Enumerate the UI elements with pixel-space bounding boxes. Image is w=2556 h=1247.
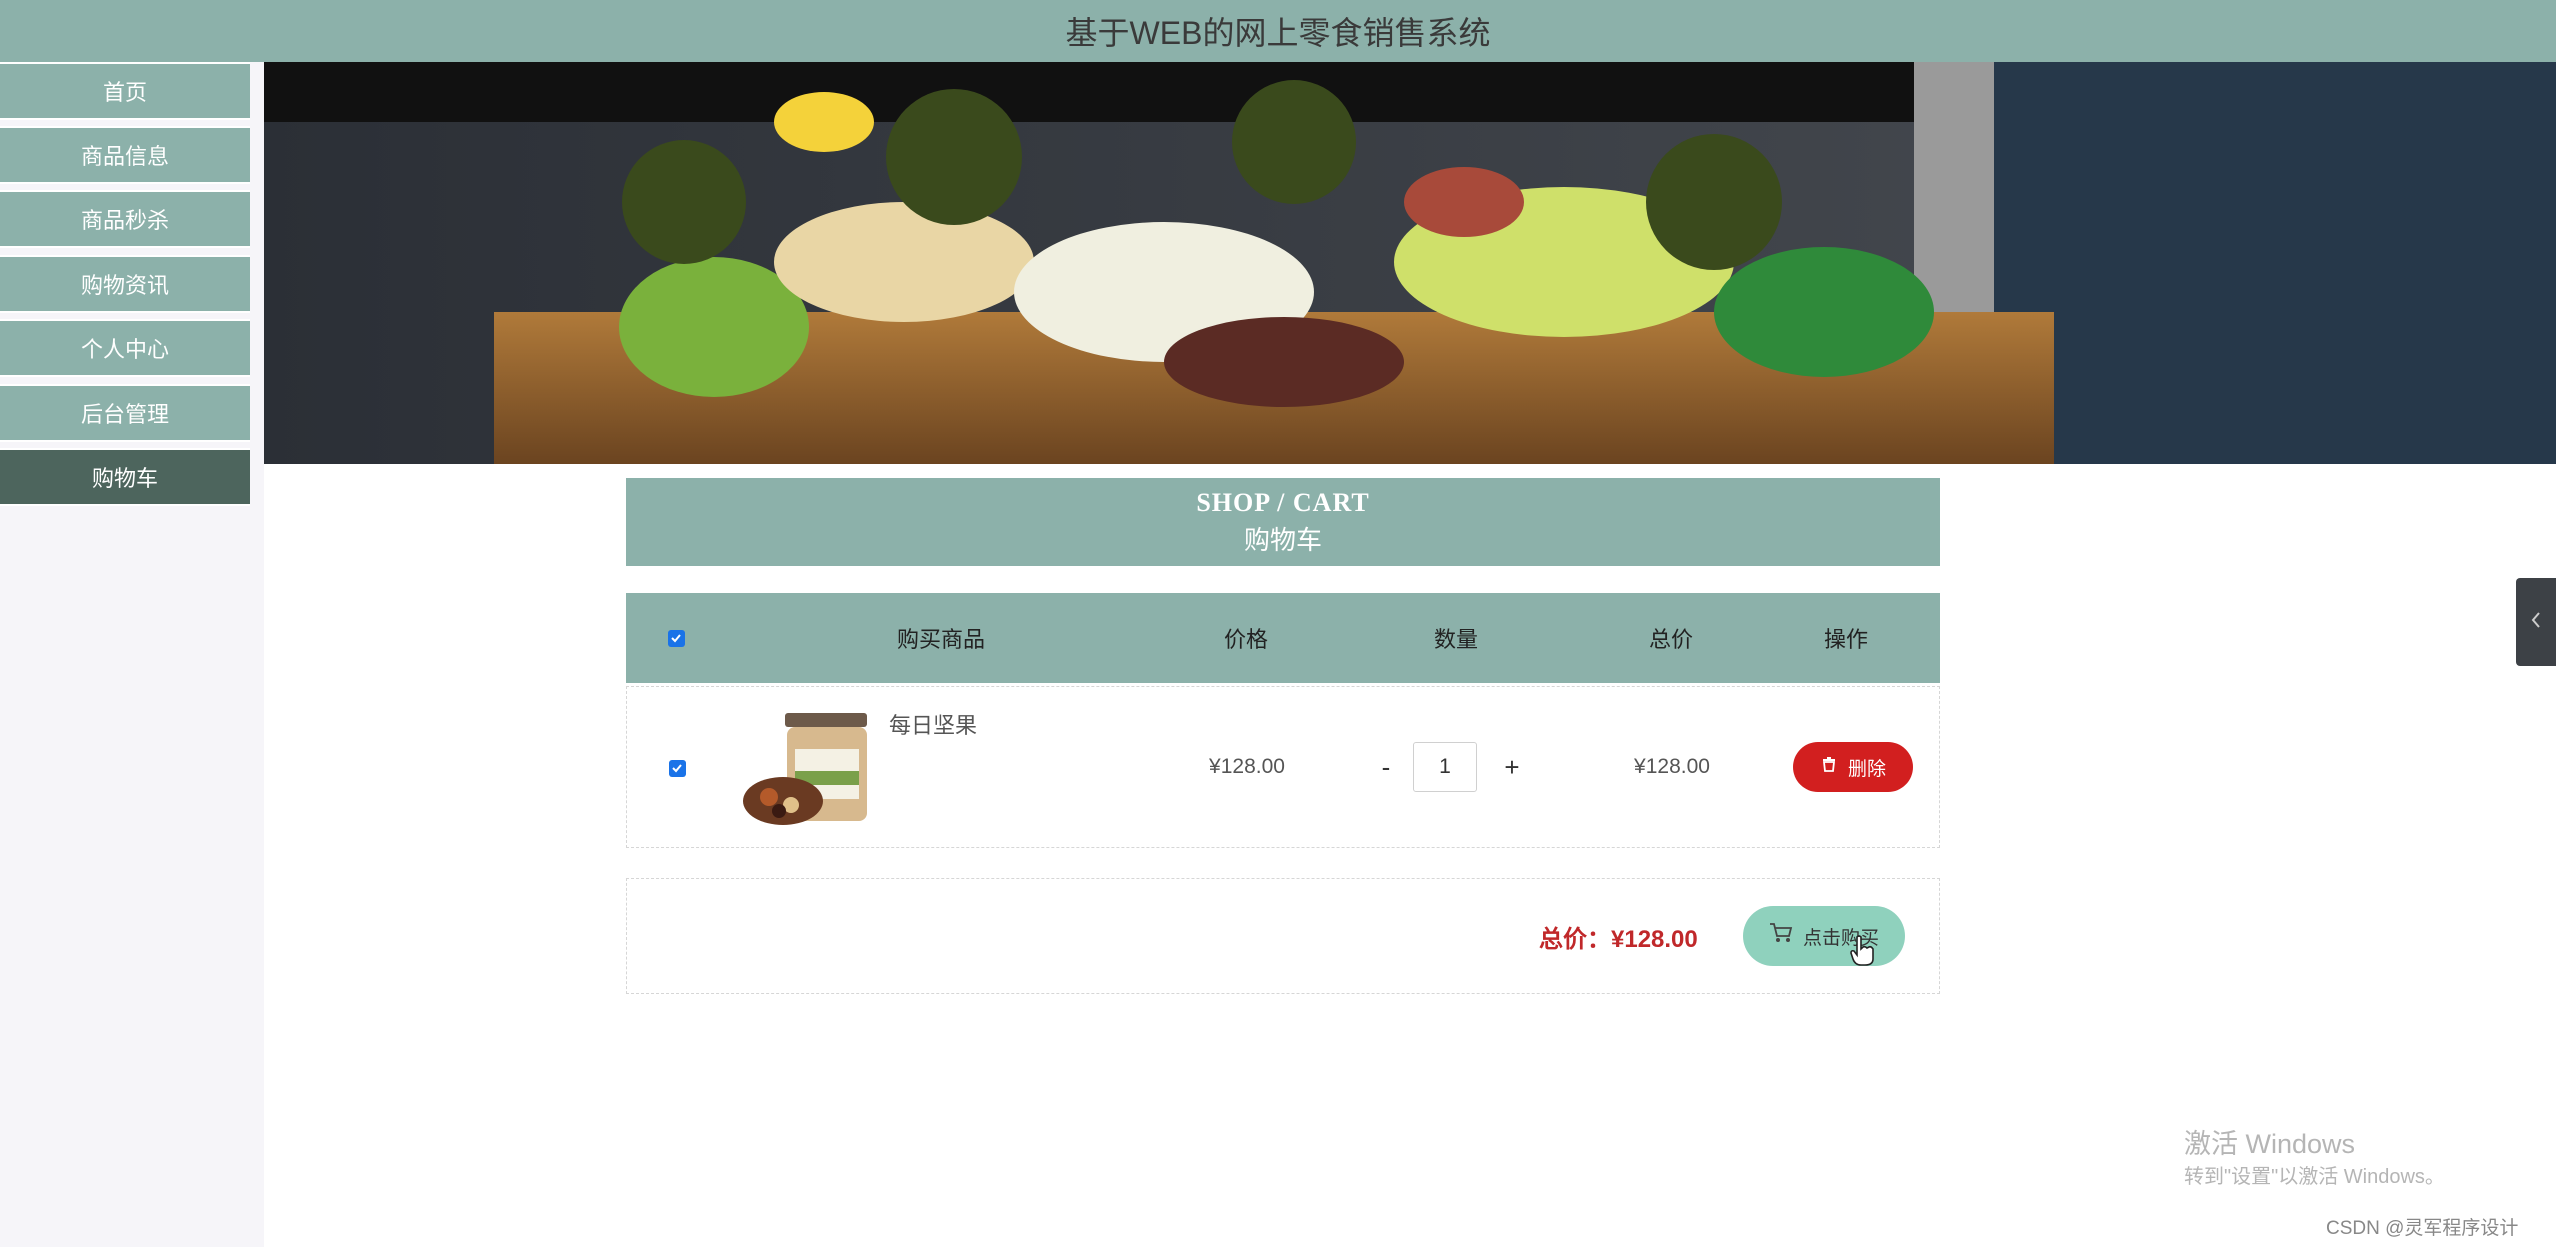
delete-button[interactable]: 删除 [1793,742,1913,792]
quantity-decrease-button[interactable]: - [1371,747,1401,787]
total-price: 总价：¥128.00 [1539,926,1698,953]
sidebar: 首页 商品信息 商品秒杀 购物资讯 个人中心 后台管理 购物车 [0,62,264,1247]
app-title-bar: 基于WEB的网上零食销售系统 [0,0,2556,62]
col-price: 价格 [1223,627,1268,652]
nav-cart[interactable]: 购物车 [0,448,250,506]
cart-title-en: SHOP / CART [1196,487,1370,517]
side-collapse-tab[interactable] [2516,578,2556,666]
col-product: 购买商品 [896,627,985,652]
delete-label: 删除 [1847,758,1886,780]
nav-shopping-news[interactable]: 购物资讯 [0,255,250,313]
nav-admin[interactable]: 后台管理 [0,384,250,442]
chevron-left-icon [2529,609,2543,636]
cart-title-banner: SHOP / CART 购物车 [626,478,1940,566]
nav-products[interactable]: 商品信息 [0,126,250,184]
select-all-cell [656,593,696,683]
col-quantity: 数量 [1433,627,1478,652]
hand-cursor-icon [1849,935,1875,972]
quantity-increase-button[interactable]: + [1497,747,1527,787]
select-all-checkbox[interactable] [667,629,685,647]
nav-home[interactable]: 首页 [0,62,250,120]
cart-summary: 总价：¥128.00 点击购买 [626,878,1940,994]
app-title: 基于WEB的网上零食销售系统 [1065,15,1491,51]
col-actions: 操作 [1823,627,1868,652]
cart-table-header: 购买商品 价格 数量 总价 操作 [626,593,1940,683]
windows-activation-hint: 转到"设置"以激活 Windows。 [2184,1166,2445,1188]
product-price: ¥128.00 [1209,755,1285,778]
quantity-input[interactable]: 1 [1413,742,1477,792]
cart-item-row: 每日坚果 ¥128.00 - 1 + ¥128.00 删除 [626,686,1940,848]
buy-button[interactable]: 点击购买 [1743,906,1905,966]
cart-icon [1769,922,1793,950]
cart-title-cn: 购物车 [1243,525,1322,555]
item-checkbox[interactable] [668,759,686,777]
banner-image [264,62,2556,464]
csdn-credit: CSDN @灵军程序设计 [2326,1218,2519,1239]
food-banner [264,62,2556,464]
product-subtotal: ¥128.00 [1634,755,1710,778]
product-thumbnail[interactable] [741,709,877,827]
windows-activation-title: 激活 Windows [2184,1129,2356,1159]
nav-personal-center[interactable]: 个人中心 [0,319,250,377]
trash-icon [1820,755,1838,779]
item-select-cell [657,758,697,778]
nav-flash-sale[interactable]: 商品秒杀 [0,190,250,248]
product-name[interactable]: 每日坚果 [889,707,977,741]
col-subtotal: 总价 [1648,627,1693,652]
